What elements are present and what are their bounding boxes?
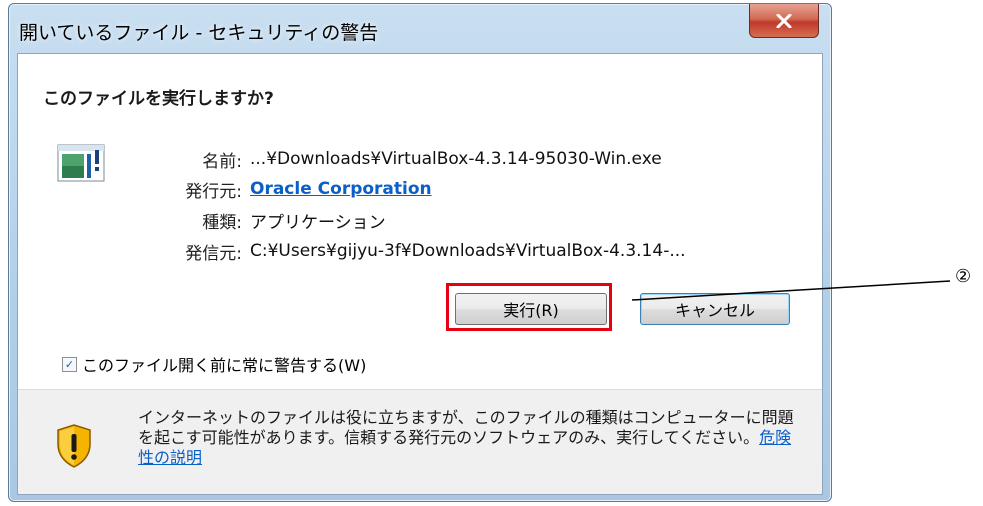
source-row: 発信元: C:¥Users¥gijyu-3f¥Downloads¥Virtual… <box>158 238 686 264</box>
shield-warning-icon <box>57 424 91 468</box>
warning-panel: インターネットのファイルは役に立ちますが、このファイルの種類はコンピューターに問… <box>18 390 822 494</box>
publisher-row: 発行元: Oracle Corporation <box>158 176 432 202</box>
source-value: C:¥Users¥gijyu-3f¥Downloads¥VirtualBox-4… <box>250 241 686 261</box>
run-button[interactable]: 実行(R) <box>455 293 607 325</box>
cancel-button[interactable]: キャンセル <box>640 293 790 325</box>
security-warning-dialog: 開いているファイル - セキュリティの警告 このファイルを実行しますか? 名前:… <box>8 3 832 502</box>
warning-message: インターネットのファイルは役に立ちますが、このファイルの種類はコンピューターに問… <box>138 408 803 468</box>
publisher-link[interactable]: Oracle Corporation <box>250 179 432 199</box>
title-bar[interactable]: 開いているファイル - セキュリティの警告 <box>9 4 831 52</box>
callout-number: ② <box>955 266 972 287</box>
file-name-value: ...¥Downloads¥VirtualBox-4.3.14-95030-Wi… <box>250 149 662 169</box>
publisher-label: 発行元: <box>185 181 242 202</box>
close-button[interactable] <box>749 4 819 38</box>
file-name-label: 名前: <box>202 151 242 172</box>
type-row: 種類: アプリケーション <box>158 207 386 233</box>
application-file-icon <box>57 144 105 182</box>
always-warn-checkbox[interactable]: ✓ <box>62 356 77 372</box>
file-name-row: 名前: ...¥Downloads¥VirtualBox-4.3.14-9503… <box>158 146 662 172</box>
dialog-body: このファイルを実行しますか? 名前: ...¥Downloads¥Virtual… <box>17 53 823 495</box>
close-icon <box>776 13 792 28</box>
type-label: 種類: <box>202 212 242 233</box>
always-warn-option[interactable]: ✓ このファイル開く前に常に警告する(W) <box>62 352 366 376</box>
warning-text: インターネットのファイルは役に立ちますが、このファイルの種類はコンピューターに問… <box>138 408 794 447</box>
dialog-heading: このファイルを実行しますか? <box>43 89 274 109</box>
source-label: 発信元: <box>185 243 242 264</box>
window-title: 開いているファイル - セキュリティの警告 <box>19 22 379 44</box>
type-value: アプリケーション <box>250 212 386 233</box>
always-warn-label[interactable]: このファイル開く前に常に警告する(W) <box>82 352 366 376</box>
